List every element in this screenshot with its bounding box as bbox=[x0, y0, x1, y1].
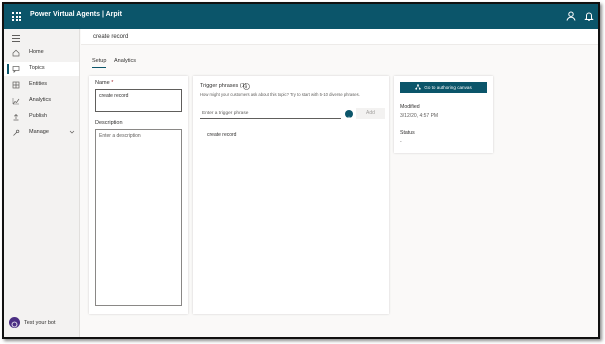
main-content: create record Setup Analytics Name * cre… bbox=[81, 29, 598, 337]
status-label: Status bbox=[400, 130, 415, 136]
gear-icon bbox=[13, 129, 20, 136]
sidebar-item-manage[interactable]: Manage bbox=[4, 126, 79, 140]
account-icon[interactable] bbox=[565, 10, 577, 22]
modified-label: Modified bbox=[400, 104, 420, 110]
page-header: create record bbox=[81, 29, 598, 45]
sidebar-item-label: Home bbox=[29, 49, 44, 55]
page-title: create record bbox=[93, 34, 129, 40]
tab-setup[interactable]: Setup bbox=[92, 58, 107, 68]
add-phrase-button[interactable]: Add bbox=[356, 108, 385, 119]
analytics-icon bbox=[12, 98, 20, 105]
trigger-phrase-item[interactable]: create record bbox=[207, 132, 236, 138]
sidebar-item-label: Entities bbox=[29, 81, 48, 87]
publish-icon bbox=[13, 114, 19, 121]
sidebar-item-entities[interactable]: Entities bbox=[4, 78, 79, 92]
sidebar-item-label: Publish bbox=[29, 113, 48, 119]
topic-details-card: Name * create record Description Enter a… bbox=[89, 76, 188, 314]
topic-info-card: Go to authoring canvas Modified 3/12/20,… bbox=[394, 76, 493, 153]
bot-icon bbox=[9, 317, 20, 328]
sidebar-item-label: Manage bbox=[29, 129, 49, 135]
chevron-down-icon[interactable] bbox=[69, 129, 75, 135]
canvas-icon bbox=[415, 84, 421, 90]
entities-icon bbox=[12, 81, 20, 89]
top-bar: Power Virtual Agents | Arpit bbox=[4, 4, 598, 29]
topics-icon bbox=[12, 66, 20, 73]
test-bot-label: Test your bot bbox=[24, 320, 56, 326]
sidebar-item-label: Analytics bbox=[29, 97, 52, 103]
trigger-phrases-description: How might your customers ask about this … bbox=[200, 92, 360, 97]
sidebar-item-topics[interactable]: Topics bbox=[4, 62, 79, 76]
account-circle-icon bbox=[345, 110, 353, 122]
name-label: Name * bbox=[95, 80, 114, 86]
name-field[interactable]: create record bbox=[95, 89, 182, 112]
sidebar-item-publish[interactable]: Publish bbox=[4, 110, 79, 124]
sidebar-item-analytics[interactable]: Analytics bbox=[4, 94, 79, 108]
description-field[interactable]: Enter a description bbox=[95, 129, 182, 306]
app-window: Power Virtual Agents | Arpit Home Topics bbox=[2, 2, 600, 339]
trigger-phrases-title: Trigger phrases (1) bbox=[200, 83, 247, 89]
trigger-phrases-card: Trigger phrases (1) How might your custo… bbox=[193, 76, 389, 314]
sidebar: Home Topics Entities Analytics Publish M… bbox=[4, 29, 80, 337]
sidebar-item-label: Topics bbox=[29, 65, 45, 71]
home-icon bbox=[12, 49, 20, 57]
tab-analytics[interactable]: Analytics bbox=[114, 58, 136, 64]
bell-icon[interactable] bbox=[583, 10, 595, 22]
go-to-authoring-canvas-label: Go to authoring canvas bbox=[424, 85, 472, 90]
app-title: Power Virtual Agents | Arpit bbox=[30, 11, 122, 18]
trigger-phrase-input[interactable]: Enter a trigger phrase bbox=[200, 108, 341, 119]
info-icon[interactable] bbox=[243, 83, 250, 90]
app-launcher-icon[interactable] bbox=[12, 12, 21, 21]
modified-value: 3/12/20, 4:57 PM bbox=[400, 113, 439, 119]
sidebar-item-home[interactable]: Home bbox=[4, 46, 79, 60]
status-value: - bbox=[400, 139, 402, 145]
description-label: Description bbox=[95, 120, 123, 126]
go-to-authoring-canvas-button[interactable]: Go to authoring canvas bbox=[400, 82, 487, 93]
hamburger-icon[interactable] bbox=[12, 35, 20, 42]
required-marker: * bbox=[111, 80, 114, 86]
